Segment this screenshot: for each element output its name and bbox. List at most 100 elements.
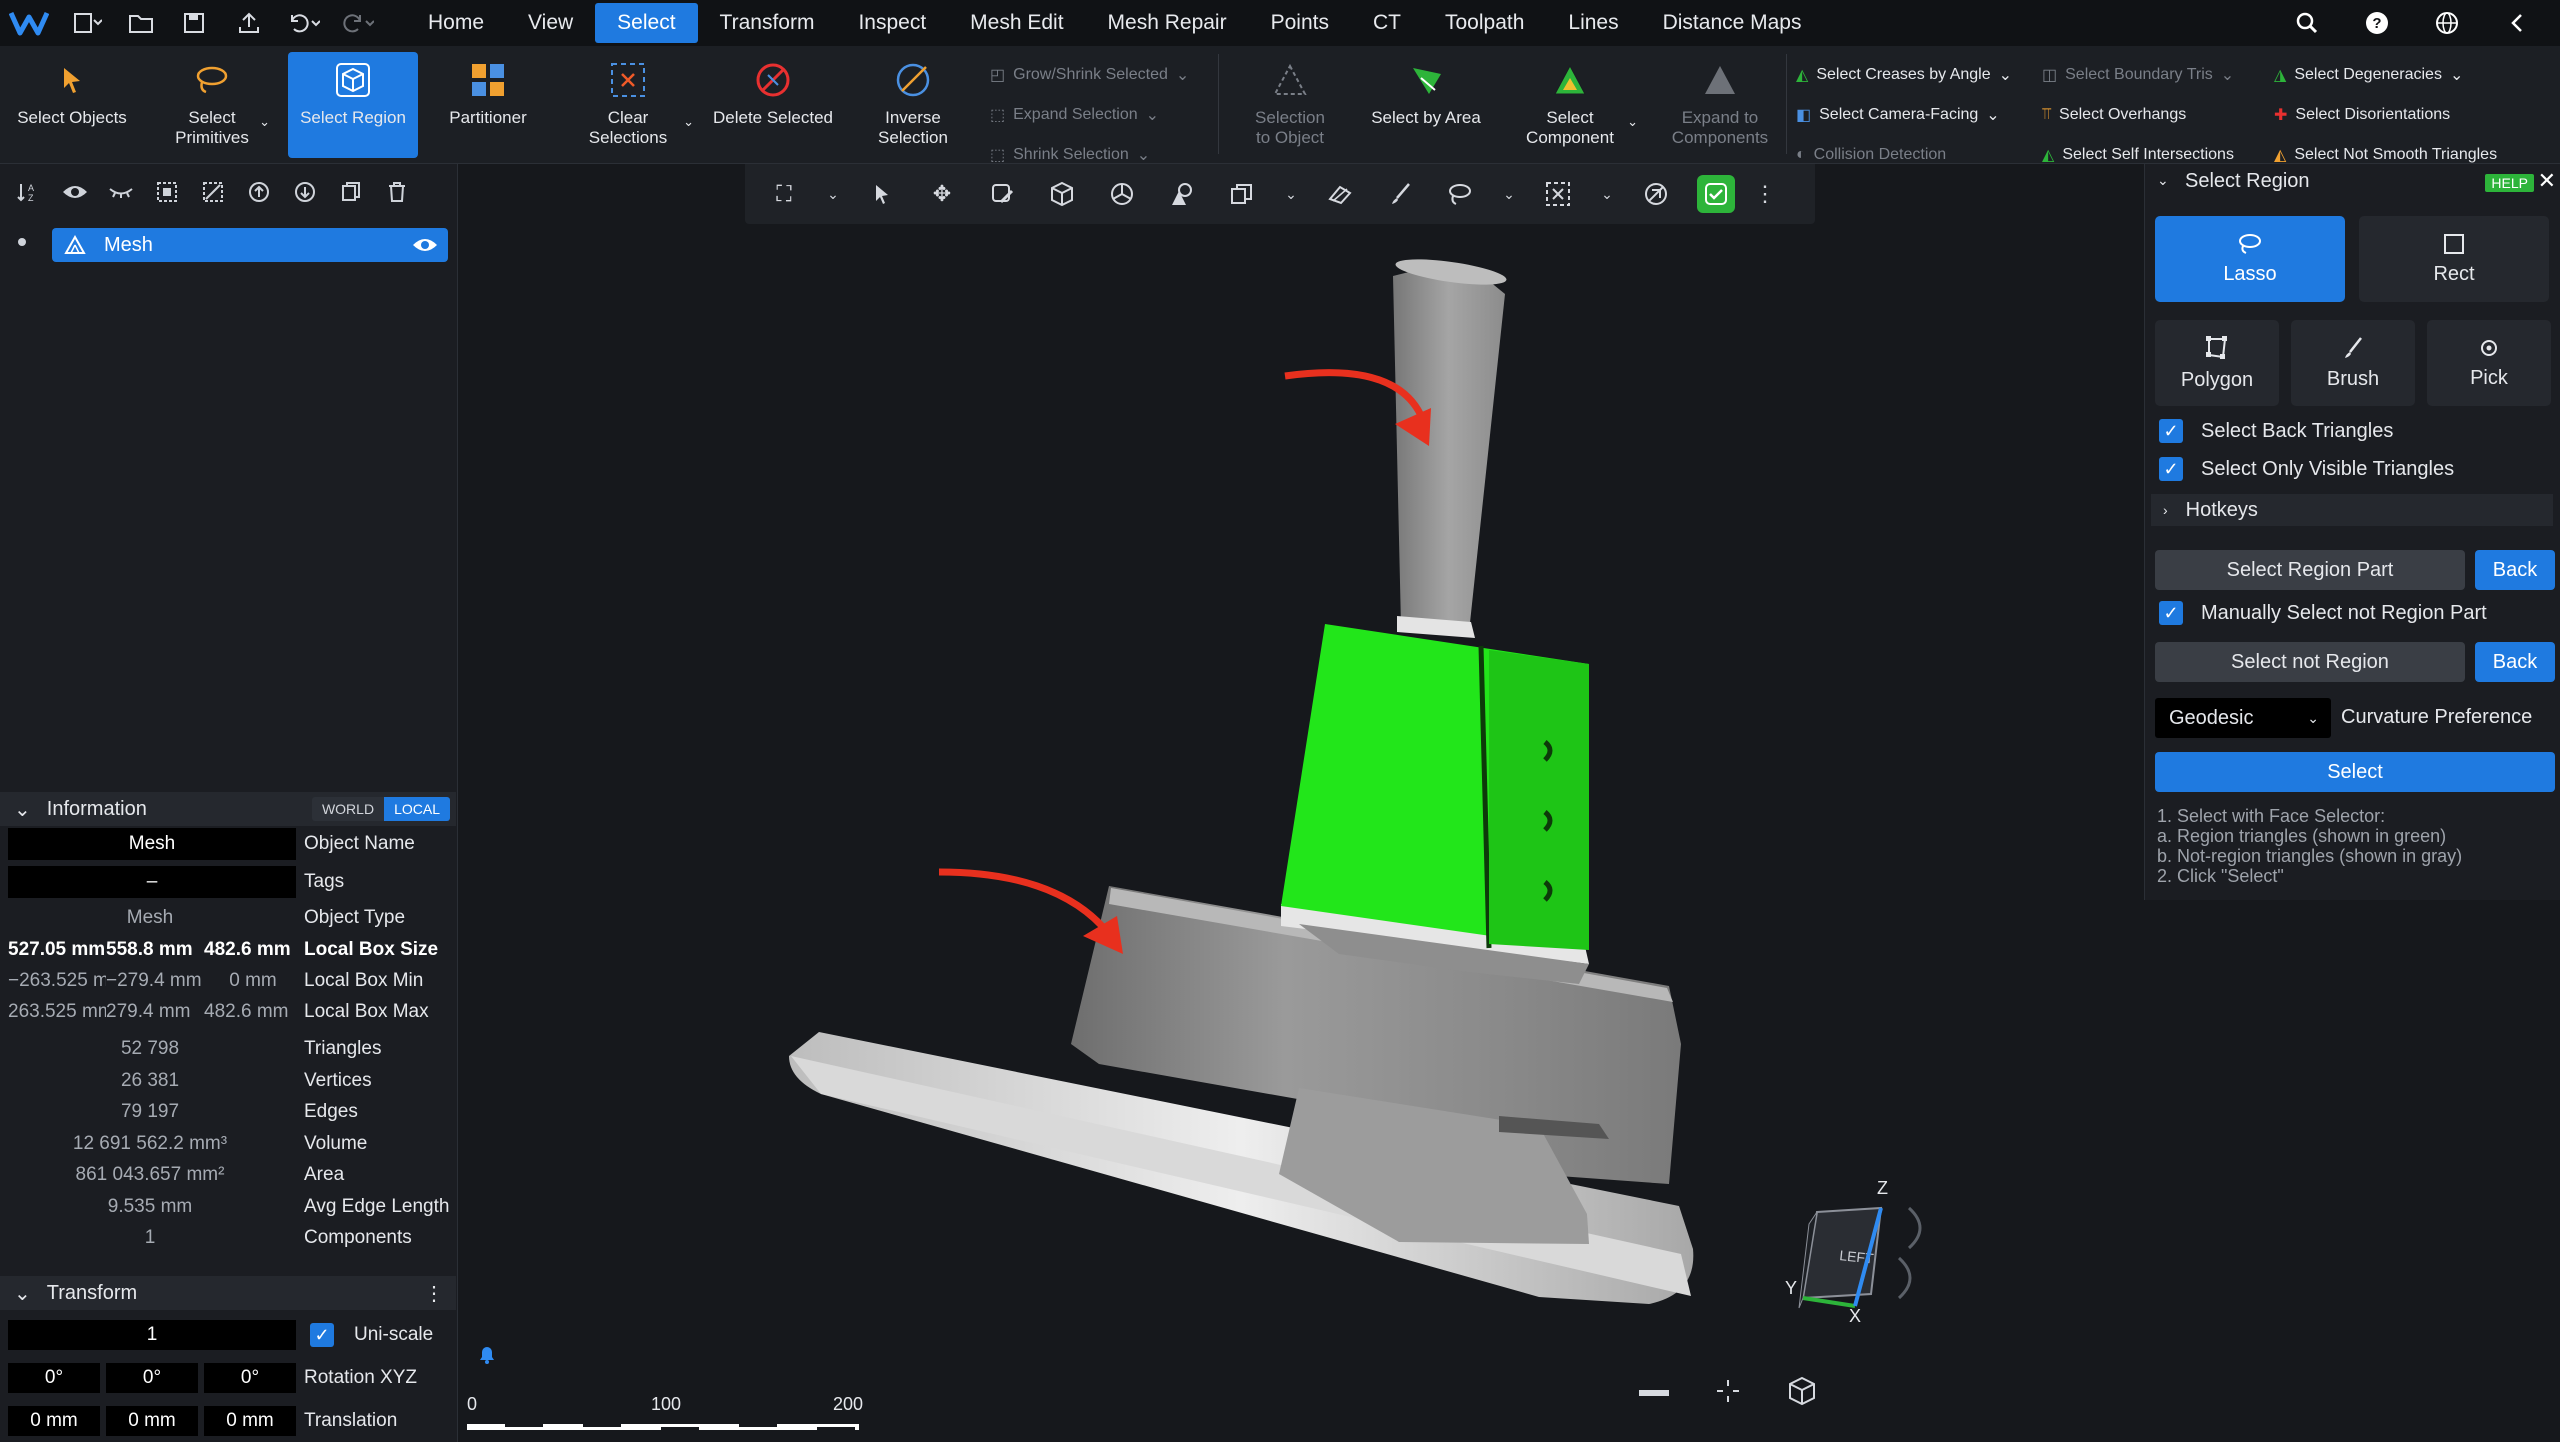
curvature-dropdown[interactable]: Geodesic ⌄ [2155, 698, 2331, 738]
translation-z-field[interactable]: 0 mm [204, 1406, 296, 1436]
select-degeneracies-button[interactable]: ◮ Select Degeneracies ⌄ [2274, 60, 2463, 90]
select-overhangs-button[interactable]: ⫪ Select Overhangs [2042, 100, 2186, 130]
translation-y-field[interactable]: 0 mm [106, 1406, 198, 1436]
tab-select[interactable]: Select [595, 3, 698, 43]
close-icon[interactable]: ✕ [2538, 168, 2556, 194]
chevron-down-icon: ⌄ [1175, 67, 1190, 84]
rotation-x-field[interactable]: 0° [8, 1363, 100, 1393]
export-icon[interactable] [226, 4, 272, 42]
search-icon[interactable] [2284, 4, 2330, 42]
select-not-region-button[interactable]: Select not Region [2155, 642, 2465, 682]
view-cube-icon[interactable] [1787, 1376, 1817, 1411]
rotation-z-field[interactable]: 0° [204, 1363, 296, 1393]
more-vertical-icon[interactable]: ⋮ [424, 1281, 444, 1306]
open-folder-icon[interactable] [118, 4, 164, 42]
inverse-selection-button[interactable]: Inverse Selection [852, 52, 974, 158]
sort-az-icon[interactable]: AZ [12, 175, 46, 209]
tab-view[interactable]: View [506, 3, 595, 43]
notification-bell-icon[interactable] [476, 1344, 500, 1368]
fit-extents-icon[interactable] [1713, 1378, 1743, 1409]
select-all-icon[interactable] [150, 175, 184, 209]
select-objects-button[interactable]: Select Objects [6, 52, 138, 158]
tree-item-mesh[interactable]: Mesh [52, 228, 448, 262]
eye-closed-icon[interactable] [104, 175, 138, 209]
selection-to-object-button[interactable]: Selection to Object [1226, 52, 1354, 158]
delete-icon [756, 63, 790, 97]
orientation-cube[interactable]: LEFT Z Y X [1749, 1168, 1989, 1338]
select-component-button[interactable]: Select Component ⌄ [1502, 52, 1638, 158]
tab-home[interactable]: Home [406, 3, 506, 43]
mode-pick-button[interactable]: Pick [2427, 320, 2551, 406]
translation-x-field[interactable]: 0 mm [8, 1406, 100, 1436]
help-badge[interactable]: HELP [2485, 174, 2534, 192]
tab-transform[interactable]: Transform [698, 3, 837, 43]
collapse-chevron-icon[interactable] [2494, 4, 2540, 42]
select-boundary-tris-button[interactable]: ◫ Select Boundary Tris ⌄ [2042, 60, 2234, 90]
hotkeys-section[interactable]: › Hotkeys [2151, 494, 2553, 526]
select-region-part-button[interactable]: Select Region Part [2155, 550, 2465, 590]
uniscale-checkbox[interactable]: ✓ [310, 1323, 334, 1347]
select-camera-facing-button[interactable]: ◧ Select Camera-Facing ⌄ [1796, 100, 2000, 130]
help-icon[interactable]: ? [2354, 4, 2400, 42]
select-only-visible-checkbox[interactable]: ✓ [2159, 457, 2183, 481]
save-icon[interactable] [172, 4, 218, 42]
grow-shrink-selected-button[interactable]: ◰ Grow/Shrink Selected ⌄ [990, 60, 1189, 90]
tab-mesh-edit[interactable]: Mesh Edit [948, 3, 1085, 43]
move-up-icon[interactable] [242, 175, 276, 209]
move-down-icon[interactable] [288, 175, 322, 209]
ruler-icon[interactable] [1637, 1386, 1671, 1405]
select-creases-by-angle-button[interactable]: ◭ Select Creases by Angle ⌄ [1796, 60, 2012, 90]
mode-rect-button[interactable]: Rect [2359, 216, 2549, 302]
tab-toolpath[interactable]: Toolpath [1423, 3, 1546, 43]
clear-selections-button[interactable]: Clear Selections ⌄ [564, 52, 694, 158]
world-toggle[interactable]: WORLD [311, 797, 385, 821]
delete-selected-button[interactable]: Delete Selected [706, 52, 840, 158]
manually-select-not-region-checkbox[interactable]: ✓ [2159, 601, 2183, 625]
tab-points[interactable]: Points [1249, 3, 1351, 43]
eye-icon[interactable] [58, 175, 92, 209]
partitioner-button[interactable]: Partitioner [428, 52, 548, 158]
select-by-area-button[interactable]: Select by Area [1364, 52, 1488, 158]
app-logo[interactable] [0, 0, 58, 46]
tags-field[interactable]: – [8, 866, 296, 898]
visibility-eye-icon[interactable] [412, 236, 438, 254]
select-disorientations-button[interactable]: ✚ Select Disorientations [2274, 100, 2450, 130]
chevron-down-icon[interactable]: ⌄ [2157, 172, 2169, 189]
info-row-local-box-min: −263.525 mm −279.4 mm 0 mm Local Box Min [8, 970, 424, 991]
chevron-down-icon: ⌄ [683, 114, 694, 129]
region-side [1489, 650, 1589, 950]
local-toggle[interactable]: LOCAL [384, 797, 450, 821]
expand-to-components-button[interactable]: Expand to Components [1656, 52, 1784, 158]
brush-icon [2345, 336, 2362, 358]
new-scene-icon[interactable] [64, 4, 110, 42]
mode-lasso-button[interactable]: Lasso [2155, 216, 2345, 302]
rotation-y-field[interactable]: 0° [106, 1363, 198, 1393]
duplicate-icon[interactable] [334, 175, 368, 209]
tab-inspect[interactable]: Inspect [836, 3, 948, 43]
globe-icon[interactable] [2424, 4, 2470, 42]
expand-selection-button[interactable]: ⬚ Expand Selection ⌄ [990, 100, 1159, 130]
transform-header[interactable]: ⌄ Transform ⋮ [0, 1276, 456, 1310]
panel-title: Select Region [2185, 170, 2310, 192]
mode-brush-button[interactable]: Brush [2291, 320, 2415, 406]
object-name-field[interactable]: Mesh [8, 828, 296, 860]
select-button[interactable]: Select [2155, 752, 2555, 792]
trash-icon[interactable] [380, 175, 414, 209]
deselect-all-icon[interactable] [196, 175, 230, 209]
undo-icon[interactable] [280, 4, 326, 42]
back-button-not-region[interactable]: Back [2475, 642, 2555, 682]
chevron-down-icon: ⌄ [2220, 67, 2235, 84]
mode-polygon-button[interactable]: Polygon [2155, 320, 2279, 406]
redo-icon[interactable] [334, 4, 380, 42]
select-region-button[interactable]: Select Region [288, 52, 418, 158]
3d-viewport[interactable]: ⛶ ⌄ ✥ ⌄ ⌄ ⌄ ⋮ 0 100 200 LEFT Z Y X [459, 164, 2143, 1442]
tab-lines[interactable]: Lines [1546, 3, 1640, 43]
scale-field[interactable]: 1 [8, 1320, 296, 1350]
information-header[interactable]: ⌄ Information WORLD LOCAL [0, 792, 456, 826]
tab-distance-maps[interactable]: Distance Maps [1641, 3, 1824, 43]
back-button-region[interactable]: Back [2475, 550, 2555, 590]
tab-mesh-repair[interactable]: Mesh Repair [1086, 3, 1249, 43]
select-primitives-button[interactable]: Select Primitives ⌄ [146, 52, 278, 158]
tab-ct[interactable]: CT [1351, 3, 1423, 43]
select-back-triangles-checkbox[interactable]: ✓ [2159, 419, 2183, 443]
